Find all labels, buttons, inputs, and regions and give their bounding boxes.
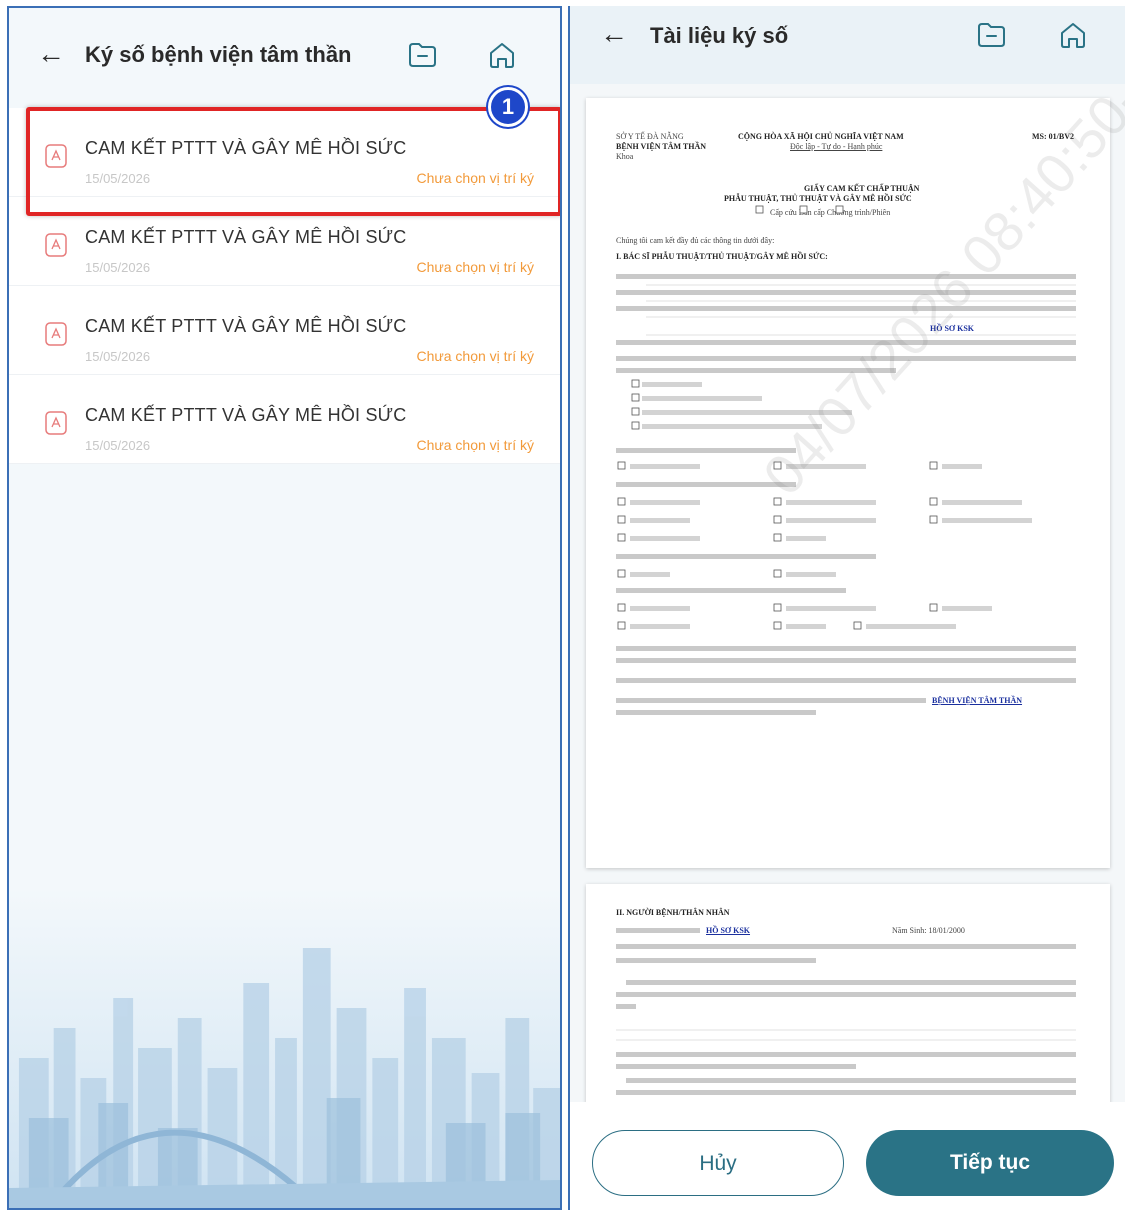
continue-button[interactable]: Tiếp tục (866, 1130, 1114, 1196)
pdf-file-icon (45, 411, 67, 435)
folder-icon[interactable] (974, 18, 1008, 52)
stage: ← Ký số bệnh viện tâm thần CAM KẾT PTTT … (0, 0, 1125, 1210)
app-header: ← Tài liệu ký số (570, 6, 1125, 84)
pdf-viewer[interactable]: SỞ Y TẾ ĐÀ NẴNG BỆNH VIỆN TÂM THẦN Khoa … (570, 84, 1125, 1114)
city-skyline-illustration (9, 888, 560, 1208)
back-arrow-icon[interactable]: ← (600, 20, 628, 48)
home-icon[interactable] (485, 38, 519, 72)
item-date: 15/05/2026 (85, 349, 151, 364)
highlight-box (26, 107, 560, 216)
pdf-file-icon (45, 233, 67, 257)
folder-icon[interactable] (405, 38, 439, 72)
item-title: CAM KẾT PTTT VÀ GÂY MÊ HỒI SỨC (85, 227, 407, 247)
document-preview-screen: ← Tài liệu ký số SỞ Y TẾ ĐÀ NẴNG BỆNH VI… (568, 6, 1125, 1210)
item-title: CAM KẾT PTTT VÀ GÂY MÊ HỒI SỨC (85, 316, 407, 336)
step-badge: 1 (488, 87, 528, 127)
cancel-button[interactable]: Hủy (592, 1130, 844, 1196)
pdf-page-2[interactable]: II. NGƯỜI BỆNH/THÂN NHÂN HỒ SƠ KSK Năm S… (586, 884, 1110, 1114)
doc-form-body-2 (616, 928, 1076, 1095)
item-date: 15/05/2026 (85, 438, 151, 453)
list-item[interactable]: CAM KẾT PTTT VÀ GÂY MÊ HỒI SỨC 15/05/202… (9, 286, 560, 375)
back-arrow-icon[interactable]: ← (37, 40, 65, 68)
item-status: Chưa chọn vị trí ký (416, 259, 534, 275)
page-title: Tài liệu ký số (650, 23, 789, 48)
item-status: Chưa chọn vị trí ký (416, 437, 534, 453)
item-date: 15/05/2026 (85, 260, 151, 275)
action-footer: Hủy Tiếp tục (570, 1102, 1125, 1210)
pdf-file-icon (45, 322, 67, 346)
app-header: ← Ký số bệnh viện tâm thần (9, 8, 560, 100)
sign-list-screen: ← Ký số bệnh viện tâm thần CAM KẾT PTTT … (7, 6, 562, 1210)
item-status: Chưa chọn vị trí ký (416, 348, 534, 364)
list-item[interactable]: CAM KẾT PTTT VÀ GÂY MÊ HỒI SỨC 15/05/202… (9, 375, 560, 464)
item-title: CAM KẾT PTTT VÀ GÂY MÊ HỒI SỨC (85, 405, 407, 425)
home-icon[interactable] (1056, 18, 1090, 52)
page-title: Ký số bệnh viện tâm thần (85, 42, 352, 67)
